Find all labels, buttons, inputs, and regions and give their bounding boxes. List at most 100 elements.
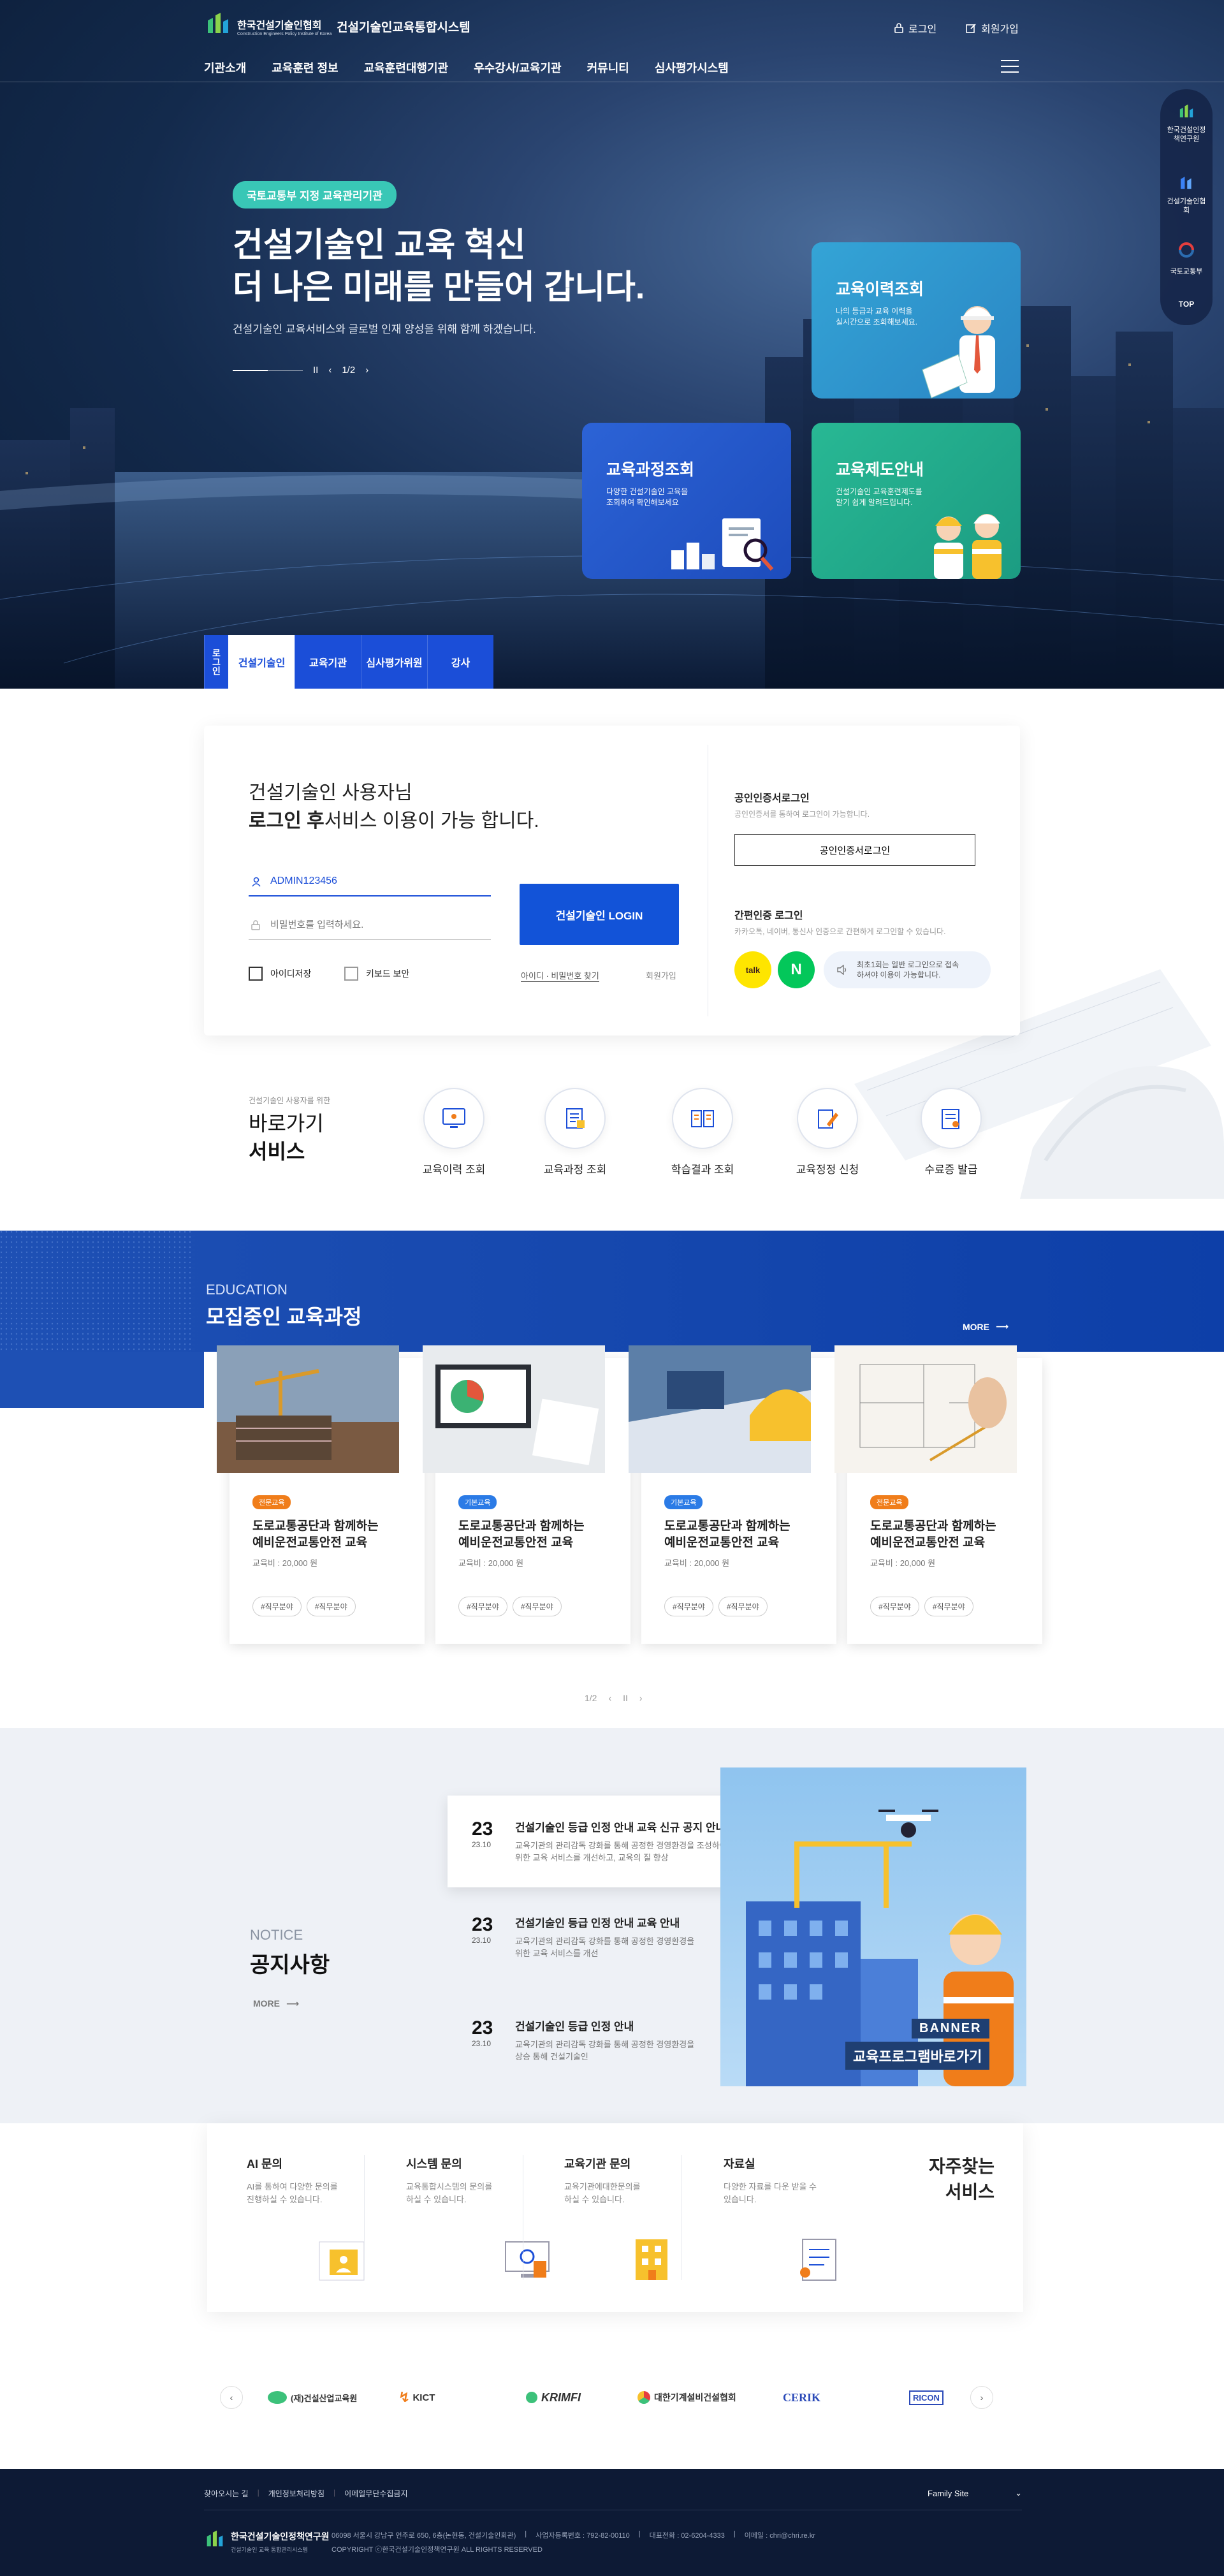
hero-title: 건설기술인 교육 혁신 더 나은 미래를 만들어 갑니다. [233, 224, 645, 309]
quick-service-result[interactable]: 학습결과 조회 [658, 1088, 747, 1176]
save-id-label: 아이디저장 [270, 969, 312, 979]
course-card[interactable]: 전문교육 도로교통공단과 함께하는 예비운전교통안전 교육 교육비 : 20,00… [217, 1345, 425, 1644]
partner-logo[interactable]: KRIMFI [526, 2385, 581, 2410]
tab-instructor[interactable]: 강사 [427, 635, 493, 689]
family-site-select[interactable]: Family Site ⌄ [928, 2483, 1022, 2503]
page-counter: 1/2 [585, 1693, 597, 1703]
partner-next-arrow-icon[interactable]: › [970, 2386, 993, 2409]
hashtag[interactable]: #직무분야 [306, 1597, 356, 1616]
menu-icon[interactable] [1001, 60, 1019, 73]
password-field-wrap [249, 911, 491, 940]
naver-login-button[interactable]: N [778, 951, 815, 988]
course-card[interactable]: 기본교육 도로교통공단과 함께하는 예비운전교통안전 교육 교육비 : 20,00… [423, 1345, 630, 1644]
find-account-link[interactable]: 아이디 · 비밀번호 찾기 [521, 969, 599, 982]
faq-archive[interactable]: 자료실 다양한 자료를 다운 받을 수 있습니다. [724, 2155, 870, 2286]
quick-service-title: 바로가기 서비스 [249, 1112, 324, 1163]
faq-title: 자주찾는 서비스 [928, 2156, 994, 2202]
join-link[interactable]: 회원가입 [646, 969, 676, 981]
card-course-search[interactable]: 교육과정조회 다양한 건설기술인 교육을 조회하여 확인해보세요 [582, 423, 791, 579]
nav-item-evaluation[interactable]: 심사평가시스템 [655, 59, 729, 76]
login-link[interactable]: 로그인 [894, 20, 936, 36]
notice-eng-label: NOTICE [250, 1927, 303, 1943]
card-education-system[interactable]: 교육제도안내 건설기술인 교육훈련제도를 알기 쉽게 알려드립니다. [812, 423, 1021, 579]
card-education-history[interactable]: 교육이력조회 나의 등급과 교육 이력을 실시간으로 조회해보세요. [812, 242, 1021, 399]
quick-service-certificate[interactable]: 수료증 발급 [907, 1088, 996, 1176]
id-input[interactable] [249, 867, 491, 896]
nav-item-community[interactable]: 커뮤니티 [587, 59, 629, 76]
page-root: 한국건설기술인협회 Construction Engineers Policy … [0, 0, 1224, 2576]
faq-system[interactable]: 시스템 문의 교육통합시스템의 문의를 하실 수 있습니다. [406, 2155, 553, 2286]
pause-button[interactable]: II [313, 365, 318, 376]
hashtag[interactable]: #직무분야 [664, 1597, 713, 1616]
save-id-checkbox[interactable]: 아이디저장 [249, 967, 311, 981]
quick-item-association[interactable]: 건설기술인협회 [1160, 173, 1213, 215]
pause-button[interactable]: II [623, 1693, 628, 1703]
faq-institution[interactable]: 교육기관 문의 교육기관에대한문의를 하실 수 있습니다. [564, 2155, 711, 2286]
prev-arrow-icon[interactable]: ‹ [608, 1693, 611, 1703]
nav-item-instructors[interactable]: 우수강사/교육기관 [474, 59, 561, 76]
quick-item-molit[interactable]: 국토교통부 [1160, 241, 1213, 276]
hashtag[interactable]: #직무분야 [924, 1597, 973, 1616]
course-card[interactable]: 기본교육 도로교통공단과 함께하는 예비운전교통안전 교육 교육비 : 20,00… [629, 1345, 836, 1644]
course-title: 도로교통공단과 함께하는 예비운전교통안전 교육 [458, 1519, 585, 1549]
quick-menu: 한국건설인정책연구원 건설기술인협회 국토교통부 TOP [1160, 89, 1213, 325]
quick-service-history[interactable]: 교육이력 조회 [409, 1088, 499, 1176]
hashtag[interactable]: #직무분야 [718, 1597, 768, 1616]
next-arrow-icon[interactable]: › [365, 365, 368, 376]
partner-logo[interactable]: CERIK [783, 2385, 820, 2410]
hashtag[interactable]: #직무분야 [252, 1597, 302, 1616]
checkbox[interactable] [344, 967, 358, 981]
tab-evaluator[interactable]: 심사평가위원 [361, 635, 427, 689]
arrow-right-icon: ⟶ [286, 1998, 300, 2009]
login-link-label: 로그인 [908, 24, 937, 35]
speaker-icon [837, 965, 847, 975]
kakao-login-button[interactable]: talk [734, 951, 771, 988]
nav-item-about[interactable]: 기관소개 [204, 59, 246, 76]
partner-logo[interactable]: 대한기계설비건설협회 [638, 2385, 736, 2410]
education-program-banner[interactable]: BANNER 교육프로그램바로가기 [720, 1767, 1026, 2086]
cert-login-title: 공인인증서로그인 [734, 793, 810, 804]
prev-arrow-icon[interactable]: ‹ [328, 365, 332, 376]
password-input[interactable] [249, 911, 491, 940]
next-arrow-icon[interactable]: › [639, 1693, 643, 1703]
building-icon [636, 2239, 667, 2280]
cert-login-button[interactable]: 공인인증서로그인 [734, 834, 975, 866]
keyboard-security-checkbox[interactable]: 키보드 보안 [344, 967, 409, 981]
quick-item-institute[interactable]: 한국건설인정책연구원 [1160, 102, 1213, 143]
top-button[interactable]: TOP [1160, 300, 1213, 309]
nav-item-training-info[interactable]: 교육훈련 정보 [272, 59, 338, 76]
hashtag[interactable]: #직무분야 [512, 1597, 562, 1616]
hashtag[interactable]: #직무분야 [870, 1597, 919, 1616]
partner-logo[interactable]: RICON [909, 2385, 943, 2410]
org-logo-icon [207, 2530, 223, 2547]
partner-logo[interactable]: (재)건설산업교육원 [268, 2385, 357, 2410]
hashtag[interactable]: #직무분야 [458, 1597, 507, 1616]
checkbox[interactable] [249, 967, 263, 981]
quick-service-correction[interactable]: 교육정정 신청 [783, 1088, 872, 1176]
signup-link[interactable]: 회원가입 [966, 20, 1019, 36]
easy-login-title: 간편인증 로그인 [734, 911, 803, 921]
partner-mark-icon [638, 2391, 650, 2404]
partner-logo[interactable]: ↯ KICT [398, 2385, 435, 2410]
education-bg-tail [0, 1352, 204, 1408]
quick-item-label: 국토교통부 [1170, 268, 1203, 275]
greeting-line2: 서비스 이용이 가능 합니다. [324, 810, 539, 831]
tab-institution[interactable]: 교육기관 [295, 635, 361, 689]
org-logo-icon[interactable] [204, 9, 232, 37]
quick-service-course[interactable]: 교육과정 조회 [530, 1088, 620, 1176]
login-button[interactable]: 건설기술인 LOGIN [520, 884, 679, 945]
faq-ai[interactable]: AI 문의 AI를 통하여 다양한 문의를 진행하실 수 있습니다. [247, 2155, 393, 2286]
system-settings-icon [505, 2241, 550, 2278]
partner-mark-icon [268, 2391, 287, 2404]
partner-prev-arrow-icon[interactable]: ‹ [220, 2386, 243, 2409]
workers-icon [934, 514, 1002, 579]
nav-item-training-agency[interactable]: 교육훈련대행기관 [364, 59, 448, 76]
notice-more-link[interactable]: MORE ⟶ [253, 1998, 299, 2009]
tab-engineer[interactable]: 건설기술인 [228, 635, 295, 689]
system-name[interactable]: 건설기술인교육통합시스템 [337, 18, 470, 35]
footer-link-email-policy[interactable]: 이메일무단수집금지 [344, 2488, 407, 2499]
footer-link-location[interactable]: 찾아오시는 길 [204, 2488, 249, 2499]
education-more-link[interactable]: MORE ⟶ [963, 1321, 1009, 1332]
course-card[interactable]: 전문교육 도로교통공단과 함께하는 예비운전교통안전 교육 교육비 : 20,00… [834, 1345, 1042, 1644]
footer-link-privacy[interactable]: 개인정보처리방침 [268, 2488, 324, 2499]
